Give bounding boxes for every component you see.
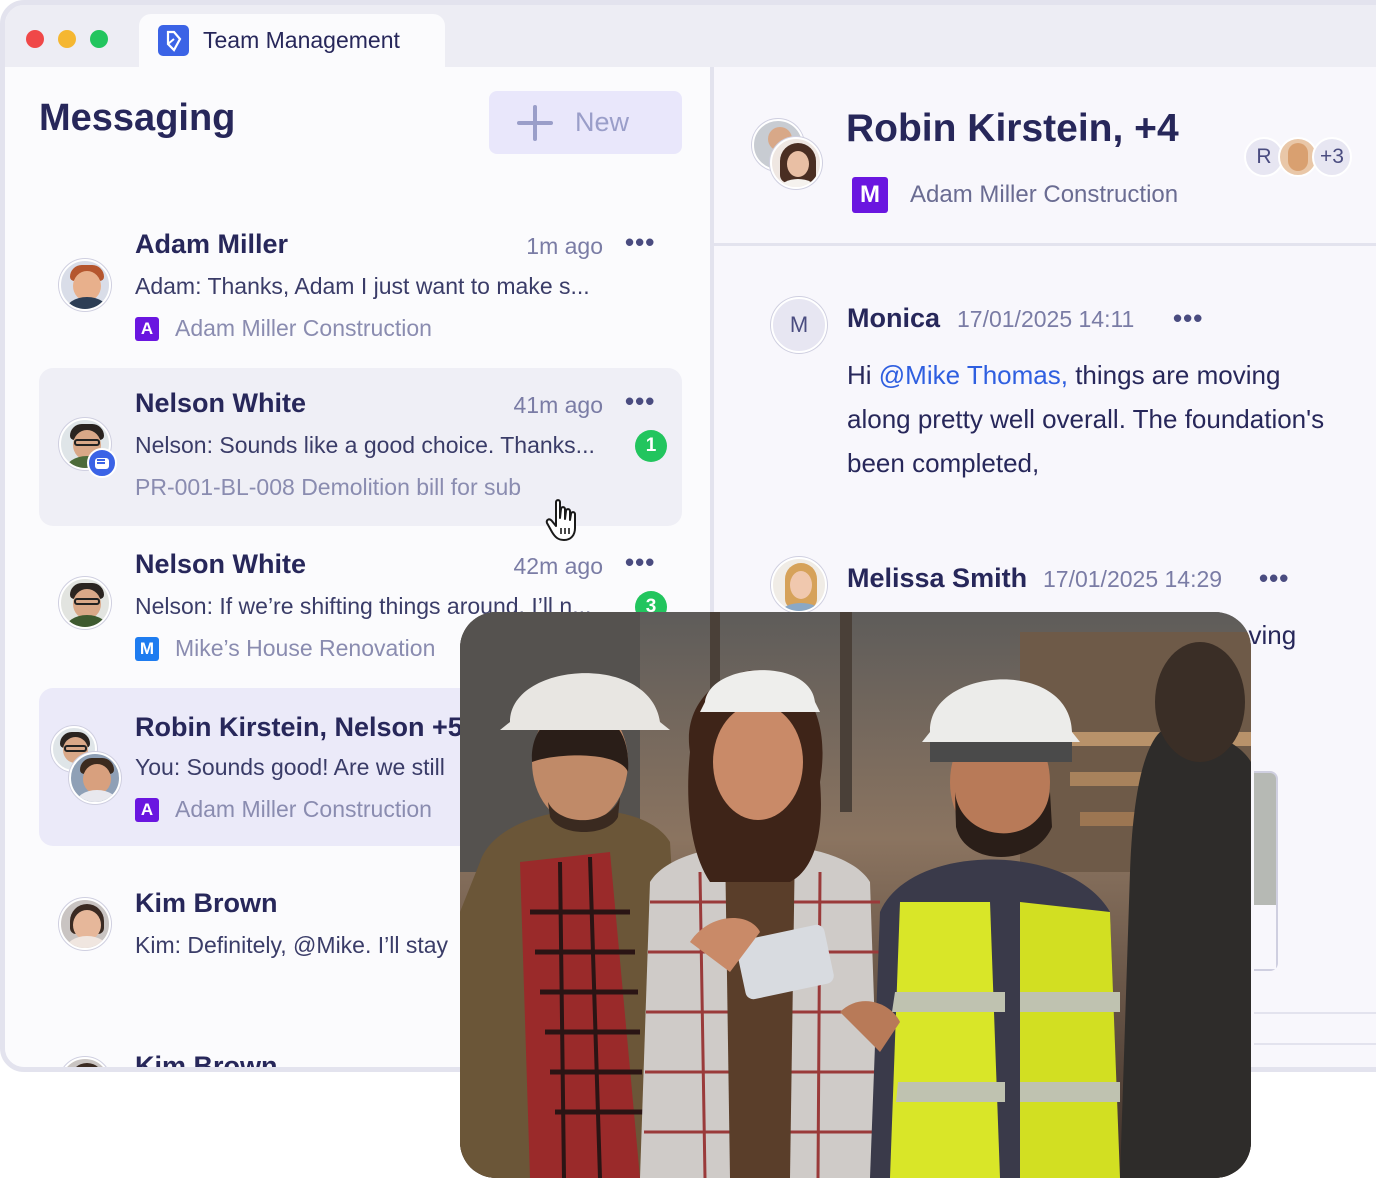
conversation-name: Nelson White bbox=[135, 549, 307, 579]
conversation-item[interactable]: Adam Miller 1m ago ••• Adam: Thanks, Ada… bbox=[39, 209, 682, 367]
sender-avatar: M bbox=[771, 297, 827, 353]
project-badge: M bbox=[135, 636, 159, 661]
chat-title: Robin Kirstein, +4 bbox=[846, 107, 1179, 150]
more-options-icon[interactable]: ••• bbox=[625, 227, 655, 258]
avatar bbox=[59, 577, 111, 629]
avatar bbox=[59, 1057, 111, 1067]
construction-workers-photo bbox=[460, 612, 1251, 1178]
conversation-preview: Adam: Thanks, Adam I just want to make s… bbox=[135, 273, 590, 299]
chat-project: M Adam Miller Construction bbox=[852, 177, 1178, 213]
conversation-time: 41m ago bbox=[513, 392, 603, 418]
page-title: Messaging bbox=[39, 97, 236, 139]
more-options-icon[interactable]: ••• bbox=[625, 386, 655, 417]
conversation-preview: You: Sounds good! Are we still bbox=[135, 754, 445, 780]
minimize-window-button[interactable] bbox=[58, 30, 76, 48]
conversation-name: Robin Kirstein, Nelson +5 bbox=[135, 712, 463, 742]
conversation-name: Kim Brown bbox=[135, 1051, 278, 1069]
header-divider bbox=[714, 243, 1376, 246]
message-body: Hi @Mike Thomas, things are moving along… bbox=[847, 360, 1325, 478]
conversation-preview: Nelson: Sounds like a good choice. Thank… bbox=[135, 432, 595, 458]
participants-stack[interactable]: R +3 bbox=[1244, 137, 1354, 177]
project-badge: M bbox=[852, 177, 888, 213]
composer-divider bbox=[1254, 1012, 1376, 1014]
message-sender: Monica bbox=[847, 303, 941, 333]
group-avatar bbox=[770, 137, 822, 189]
more-options-icon[interactable]: ••• bbox=[625, 547, 655, 578]
conversation-project: A Adam Miller Construction bbox=[135, 315, 432, 342]
plus-icon bbox=[517, 104, 553, 141]
tab-team-management[interactable]: Team Management bbox=[139, 14, 445, 67]
conversation-project: A Adam Miller Construction bbox=[135, 796, 432, 823]
close-window-button[interactable] bbox=[26, 30, 44, 48]
conversation-name: Adam Miller bbox=[135, 229, 289, 259]
title-bar: Team Management bbox=[5, 5, 1376, 67]
composer-divider bbox=[1254, 1043, 1376, 1045]
more-options-icon[interactable]: ••• bbox=[1259, 563, 1289, 594]
avatar bbox=[59, 259, 111, 311]
conversation-project: M Mike’s House Renovation bbox=[135, 635, 435, 662]
avatar bbox=[69, 752, 121, 804]
new-conversation-button[interactable]: New bbox=[489, 91, 682, 154]
participant-more-count: +3 bbox=[1312, 137, 1352, 177]
message-timestamp: 17/01/2025 14:29 bbox=[1043, 566, 1223, 592]
message-sender: Melissa Smith bbox=[847, 563, 1028, 593]
project-badge: A bbox=[135, 797, 159, 822]
conversation-name: Nelson White bbox=[135, 388, 307, 418]
mention-link[interactable]: @Mike Thomas, bbox=[879, 360, 1068, 390]
conversation-name: Kim Brown bbox=[135, 888, 278, 918]
tab-label: Team Management bbox=[203, 27, 400, 53]
conversation-time: 42m ago bbox=[513, 553, 603, 579]
maximize-window-button[interactable] bbox=[90, 30, 108, 48]
unread-count-badge: 1 bbox=[635, 430, 667, 462]
brand-logo-icon bbox=[158, 25, 189, 56]
sender-avatar bbox=[771, 557, 827, 613]
more-options-icon[interactable]: ••• bbox=[1173, 303, 1203, 334]
message-timestamp: 17/01/2025 14:11 bbox=[957, 306, 1135, 332]
message-type-icon bbox=[87, 448, 117, 478]
project-badge: A bbox=[135, 316, 159, 341]
hand-cursor-icon bbox=[545, 499, 576, 541]
conversation-time: 1m ago bbox=[526, 233, 603, 259]
conversation-preview: Kim: Definitely, @Mike. I’ll stay bbox=[135, 932, 449, 958]
avatar bbox=[59, 898, 111, 950]
conversation-project: PR-001-BL-008 Demolition bill for sub bbox=[135, 474, 522, 500]
